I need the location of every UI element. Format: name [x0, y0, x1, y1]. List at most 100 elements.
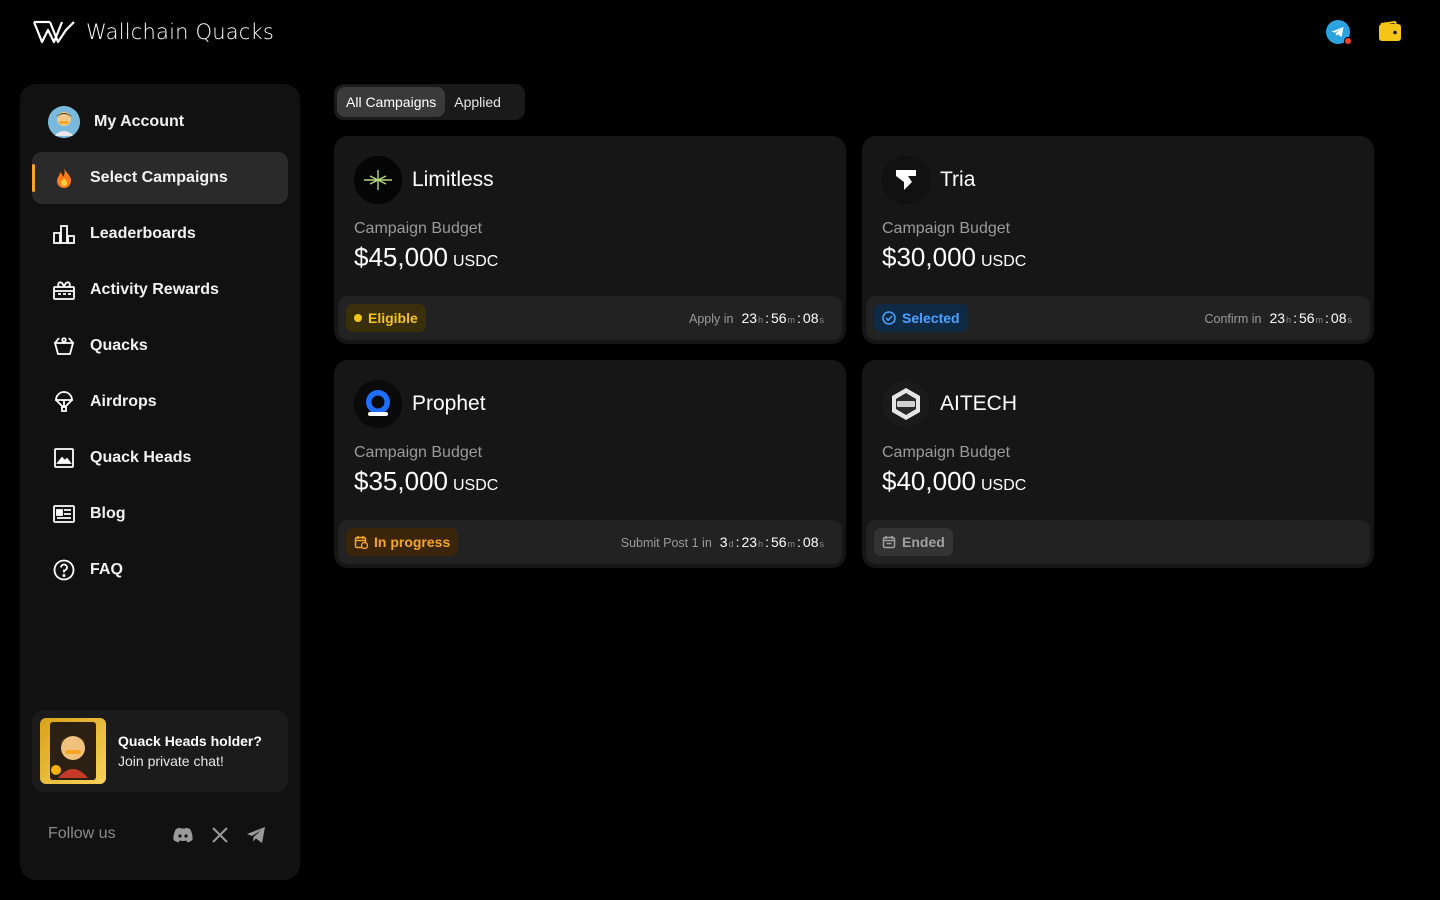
x-icon — [212, 827, 228, 843]
timer-minutes: 56 — [770, 310, 787, 326]
timer-seconds: 08 — [1330, 310, 1347, 326]
budget-value: $35,000 — [354, 466, 448, 496]
timer-label: Apply in — [688, 312, 734, 326]
basket-icon — [52, 334, 76, 358]
campaign-name: AITECH — [940, 392, 1018, 415]
brand-name: Wallchain Quacks — [86, 20, 275, 44]
sidebar-item-label: FAQ — [90, 561, 123, 578]
sidebar-item-quack-heads[interactable]: Quack Heads — [32, 432, 288, 484]
sidebar-item-label: Quacks — [90, 337, 148, 354]
sidebar-item-leaderboards[interactable]: Leaderboards — [32, 208, 288, 260]
brand[interactable]: Wallchain Quacks — [32, 18, 274, 46]
timer-minutes: 56 — [770, 534, 787, 550]
sidebar-item-select-campaigns[interactable]: Select Campaigns — [32, 152, 288, 204]
avatar — [48, 106, 80, 138]
quack-heads-promo[interactable]: Quack Heads holder? Join private chat! — [32, 710, 288, 792]
status-badge: In progress — [346, 528, 459, 556]
budget-label: Campaign Budget — [882, 220, 1011, 237]
wallchain-logo-icon — [32, 20, 75, 44]
status-text: Selected — [902, 310, 960, 326]
timer-hours: 23 — [741, 534, 758, 550]
sidebar-item-airdrops[interactable]: Airdrops — [32, 376, 288, 428]
x-link[interactable] — [209, 824, 231, 846]
timer-days: 3 — [719, 534, 728, 550]
quack-head-nft-image — [40, 718, 106, 784]
check-circle-icon — [882, 311, 896, 325]
campaign-card-tria[interactable]: Tria Campaign Budget $30,000 USDC Select… — [862, 136, 1374, 344]
limitless-logo-icon — [354, 156, 402, 204]
sidebar-item-blog[interactable]: Blog — [32, 488, 288, 540]
timer-hours: 23 — [1269, 310, 1286, 326]
notification-dot — [1344, 37, 1352, 45]
status-badge: Eligible — [346, 304, 426, 332]
budget-unit: USDC — [980, 477, 1027, 494]
timer-label: Submit Post 1 in — [620, 536, 712, 550]
discord-link[interactable] — [172, 824, 194, 846]
calendar-icon — [882, 536, 896, 549]
fire-icon — [52, 166, 76, 190]
sidebar-item-activity-rewards[interactable]: Activity Rewards — [32, 264, 288, 316]
tab-applied[interactable]: Applied — [445, 87, 510, 117]
timer-seconds: 08 — [802, 310, 819, 326]
sidebar-item-label: Leaderboards — [90, 225, 196, 242]
telegram-button[interactable] — [1325, 19, 1352, 45]
campaign-name: Prophet — [412, 392, 486, 415]
telegram-plane-icon — [247, 827, 265, 843]
sidebar-item-label: Airdrops — [90, 393, 157, 410]
budget-value: $45,000 — [354, 242, 448, 272]
status-badge: Selected — [874, 304, 968, 332]
campaign-card-limitless[interactable]: Limitless Campaign Budget $45,000 USDC E… — [334, 136, 846, 344]
discord-icon — [173, 827, 193, 843]
campaign-name: Tria — [940, 168, 976, 191]
tab-all-campaigns[interactable]: All Campaigns — [337, 87, 446, 117]
parachute-icon — [52, 390, 76, 414]
budget-label: Campaign Budget — [354, 444, 483, 461]
budget-value: $40,000 — [882, 466, 976, 496]
campaign-card-prophet[interactable]: Prophet Campaign Budget $35,000 USDC In … — [334, 360, 846, 568]
question-icon — [52, 558, 76, 582]
podium-icon — [52, 222, 76, 246]
telegram-link[interactable] — [245, 824, 267, 846]
countdown-timer: Confirm in 23 h: 56 m: 08 s — [1204, 310, 1353, 326]
status-badge: Ended — [874, 528, 953, 556]
budget-unit: USDC — [980, 253, 1027, 270]
aitech-logo-icon — [882, 380, 930, 428]
budget-unit: USDC — [452, 253, 499, 270]
sidebar: My Account Select Campaigns Leaderboards… — [20, 84, 300, 880]
budget-unit: USDC — [452, 477, 499, 494]
sidebar-item-faq[interactable]: FAQ — [32, 544, 288, 596]
promo-title: Quack Heads holder? — [118, 733, 262, 749]
sidebar-item-quacks[interactable]: Quacks — [32, 320, 288, 372]
tria-logo-icon — [882, 156, 930, 204]
timer-minutes: 56 — [1298, 310, 1315, 326]
budget-label: Campaign Budget — [882, 444, 1011, 461]
follow-us-label: Follow us — [48, 825, 116, 842]
campaign-card-aitech[interactable]: AITECH Campaign Budget $40,000 USDC Ende… — [862, 360, 1374, 568]
newspaper-icon — [52, 502, 76, 526]
image-icon — [52, 446, 76, 470]
timer-seconds: 08 — [802, 534, 819, 550]
status-text: Eligible — [368, 310, 418, 326]
sidebar-item-label: My Account — [94, 113, 185, 130]
card-footer: In progress Submit Post 1 in 3d: 23 h: 56… — [338, 520, 842, 564]
calendar-clock-icon — [354, 536, 368, 549]
status-text: In progress — [374, 534, 451, 550]
countdown-timer: Apply in 23 h: 56 m: 08 s — [688, 310, 824, 326]
budget-label: Campaign Budget — [354, 220, 483, 237]
sidebar-item-my-account[interactable]: My Account — [32, 96, 288, 148]
wallet-button[interactable] — [1377, 19, 1403, 45]
card-footer: Selected Confirm in 23 h: 56 m: 08 s — [866, 296, 1370, 340]
top-header: Wallchain Quacks — [0, 0, 1440, 64]
wallet-icon — [1379, 21, 1401, 41]
sidebar-item-label: Quack Heads — [90, 449, 192, 466]
sidebar-item-label: Select Campaigns — [90, 169, 228, 186]
card-footer: Ended — [866, 520, 1370, 564]
status-text: Ended — [902, 534, 945, 550]
card-footer: Eligible Apply in 23 h: 56 m: 08 s — [338, 296, 842, 340]
sidebar-item-label: Activity Rewards — [90, 281, 219, 298]
prophet-logo-icon — [354, 380, 402, 428]
gift-icon — [52, 278, 76, 302]
timer-label: Confirm in — [1204, 312, 1262, 326]
campaign-tabs: All Campaigns Applied — [334, 84, 525, 120]
budget-value: $30,000 — [882, 242, 976, 272]
